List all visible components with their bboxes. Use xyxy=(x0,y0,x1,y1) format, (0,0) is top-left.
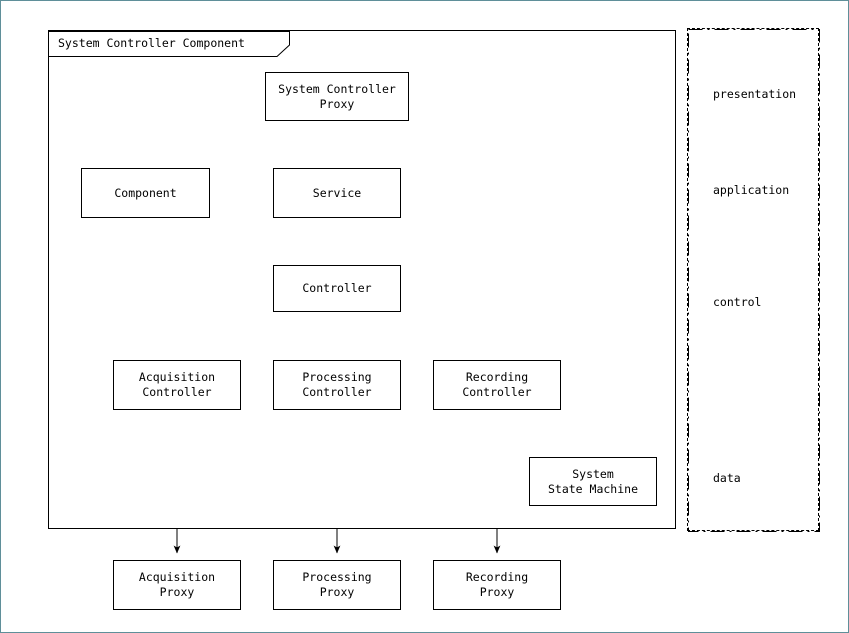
box-recording-controller[interactable]: Recording Controller xyxy=(433,360,561,410)
layer-panel xyxy=(687,28,820,532)
box-controller[interactable]: Controller xyxy=(273,265,401,312)
component-title-label: System Controller Component xyxy=(58,36,245,50)
box-processing-controller[interactable]: Processing Controller xyxy=(273,360,401,410)
diagram-canvas: System Controller Component System Contr… xyxy=(0,0,849,633)
box-system-controller-proxy[interactable]: System Controller Proxy xyxy=(265,72,409,121)
layer-label-control: control xyxy=(713,295,762,309)
layer-label-data: data xyxy=(713,471,741,485)
box-recording-proxy[interactable]: Recording Proxy xyxy=(433,560,561,610)
layer-label-application: application xyxy=(713,183,790,197)
box-component[interactable]: Component xyxy=(81,168,210,218)
layer-panel-border xyxy=(688,29,820,532)
component-title-tab: System Controller Component xyxy=(48,31,290,57)
box-acquisition-controller[interactable]: Acquisition Controller xyxy=(113,360,241,410)
box-system-state-machine[interactable]: System State Machine xyxy=(529,457,657,506)
box-processing-proxy[interactable]: Processing Proxy xyxy=(273,560,401,610)
box-acquisition-proxy[interactable]: Acquisition Proxy xyxy=(113,560,241,610)
layer-label-presentation: presentation xyxy=(713,87,797,101)
box-service[interactable]: Service xyxy=(273,168,401,218)
